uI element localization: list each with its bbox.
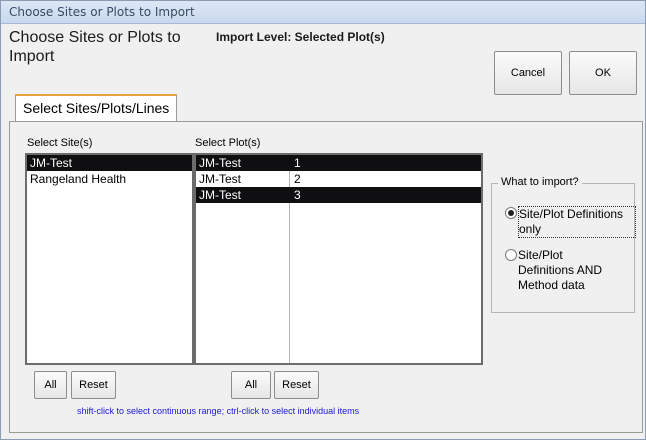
- table-row[interactable]: JM-Test 1: [196, 155, 481, 171]
- list-item[interactable]: JM-Test: [27, 155, 192, 171]
- title-bar[interactable]: Choose Sites or Plots to Import: [1, 1, 645, 24]
- site-name: JM-Test: [30, 156, 72, 170]
- sites-all-button[interactable]: All: [34, 371, 67, 399]
- plots-listbox[interactable]: JM-Test 1 JM-Test 2 JM-Test 3: [194, 153, 483, 365]
- dialog-heading: Choose Sites or Plots to Import: [9, 29, 181, 65]
- plot-id-cell: 1: [294, 156, 301, 170]
- sites-listbox[interactable]: JM-Test Rangeland Health: [25, 153, 194, 365]
- radio-selected-dot: [508, 210, 514, 216]
- list-item[interactable]: Rangeland Health: [27, 171, 192, 187]
- definitions-only-radio[interactable]: [505, 207, 517, 219]
- definitions-and-method-radio[interactable]: [505, 249, 517, 261]
- table-row[interactable]: JM-Test 3: [196, 187, 481, 203]
- plots-all-button[interactable]: All: [231, 371, 271, 399]
- site-name: Rangeland Health: [30, 172, 127, 186]
- plot-site-cell: JM-Test: [199, 188, 241, 202]
- plots-reset-button[interactable]: Reset: [274, 371, 319, 399]
- import-level-label: Import Level: Selected Plot(s): [216, 30, 385, 44]
- select-plots-label: Select Plot(s): [195, 137, 261, 149]
- sites-reset-button[interactable]: Reset: [71, 371, 116, 399]
- ok-button[interactable]: OK: [569, 51, 637, 95]
- cancel-button[interactable]: Cancel: [494, 51, 562, 95]
- dialog-window: Choose Sites or Plots to Import Choose S…: [0, 0, 646, 440]
- select-sites-label: Select Site(s): [27, 137, 93, 149]
- plot-id-cell: 3: [294, 188, 301, 202]
- what-to-import-group: What to import? Site/Plot Definitions on…: [491, 176, 636, 313]
- plot-site-cell: JM-Test: [199, 156, 241, 170]
- plot-id-cell: 2: [294, 172, 301, 186]
- selection-hint: shift-click to select continuous range; …: [77, 406, 360, 416]
- what-to-import-legend: What to import?: [498, 176, 582, 188]
- window-title: Choose Sites or Plots to Import: [9, 5, 195, 19]
- definitions-and-method-label[interactable]: Site/Plot Definitions AND Method data: [518, 248, 618, 293]
- table-row[interactable]: JM-Test 2: [196, 171, 481, 187]
- definitions-only-label[interactable]: Site/Plot Definitions only: [518, 206, 636, 238]
- tab-select-sites-plots-lines[interactable]: Select Sites/Plots/Lines: [15, 94, 178, 122]
- plot-site-cell: JM-Test: [199, 172, 241, 186]
